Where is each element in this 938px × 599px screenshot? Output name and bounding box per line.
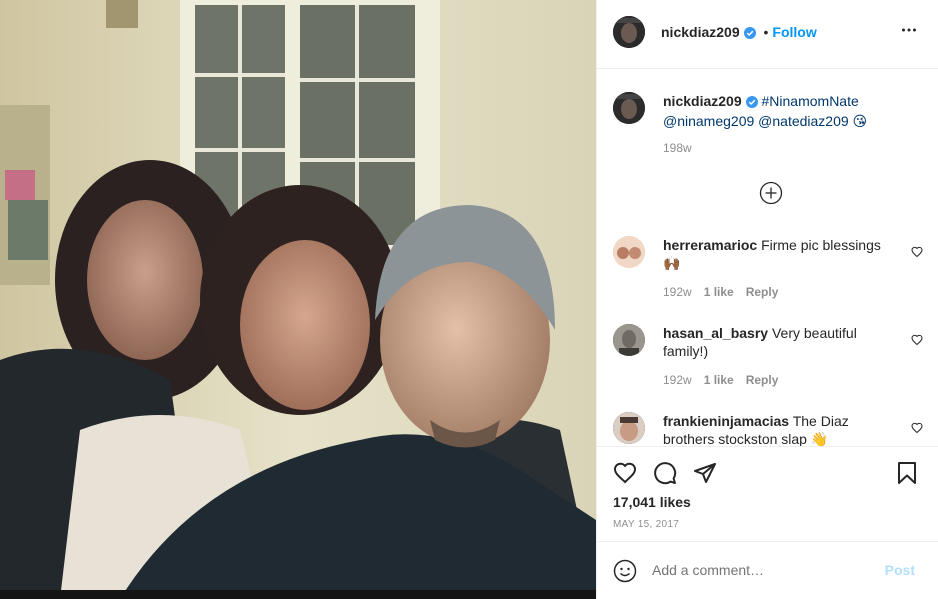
caption-mentions[interactable]: @ninameg209 @natediaz209 😘 <box>663 113 867 129</box>
comment-username[interactable]: hasan_al_basry <box>663 325 768 341</box>
comment-input[interactable] <box>652 562 872 578</box>
comment-item: hasan_al_basry Very beautiful family!) 1… <box>613 324 923 394</box>
like-comment-heart-icon[interactable] <box>911 245 923 261</box>
caption-avatar[interactable] <box>613 92 645 124</box>
comment-meta: 192w 1 like Reply <box>663 373 778 387</box>
author-avatar[interactable] <box>613 16 645 48</box>
post-comment-button[interactable]: Post <box>885 562 915 578</box>
save-bookmark-icon[interactable] <box>895 461 919 488</box>
comment-likes[interactable]: 1 like <box>704 285 734 299</box>
like-comment-heart-icon[interactable] <box>911 421 923 437</box>
post-caption: nickdiaz209 #NinamomNate @ninameg209 @na… <box>613 92 923 162</box>
post-header: nickdiaz209 • Follow <box>597 0 938 69</box>
follow-button[interactable]: Follow <box>772 24 816 40</box>
comment-time: 192w <box>663 373 692 387</box>
commenter-avatar[interactable] <box>613 324 645 356</box>
comment-likes[interactable]: 1 like <box>704 373 734 387</box>
verified-badge-icon <box>743 25 756 43</box>
share-paper-plane-icon[interactable] <box>693 461 717 488</box>
comment-meta: 192w 1 like Reply <box>663 285 778 299</box>
comment-bubble-icon[interactable] <box>653 461 677 488</box>
comment-reply-button[interactable]: Reply <box>746 373 779 387</box>
post-sidebar: nickdiaz209 • Follow nickdiaz209 #Ninamom… <box>596 0 938 599</box>
caption-time: 198w <box>663 141 692 155</box>
comment-text: Firme pic blessings <box>761 237 881 253</box>
post-photo[interactable] <box>0 0 596 599</box>
commenter-avatar[interactable] <box>613 412 645 444</box>
plus-circle-icon[interactable] <box>759 181 783 208</box>
comment-username[interactable]: frankieninjamacias <box>663 413 789 429</box>
comment-emoji: 👋 <box>810 431 829 446</box>
author-username[interactable]: nickdiaz209 <box>661 24 740 40</box>
comment-emoji: 🙌🏾 <box>663 255 681 271</box>
post-date: MAY 15, 2017 <box>613 519 680 530</box>
caption-username[interactable]: nickdiaz209 <box>663 93 742 109</box>
selfie-image <box>0 0 596 599</box>
comment-username[interactable]: herreramarioc <box>663 237 757 253</box>
post-actions: 17,041 likes MAY 15, 2017 <box>597 446 938 541</box>
like-heart-icon[interactable] <box>613 461 637 488</box>
instagram-post-modal: nickdiaz209 • Follow nickdiaz209 #Ninamom… <box>0 0 938 599</box>
caption-hashtag[interactable]: #NinamomNate <box>762 93 859 109</box>
comments-list[interactable]: nickdiaz209 #NinamomNate @ninameg209 @na… <box>597 69 938 446</box>
more-options-icon[interactable] <box>901 22 917 41</box>
commenter-avatar[interactable] <box>613 236 645 268</box>
like-comment-heart-icon[interactable] <box>911 333 923 349</box>
add-comment-bar: Post <box>597 541 938 599</box>
likes-count[interactable]: 17,041 likes <box>613 494 691 510</box>
verified-badge-icon <box>745 94 758 112</box>
comment-reply-button[interactable]: Reply <box>746 285 779 299</box>
emoji-smiley-icon[interactable] <box>613 559 637 586</box>
comment-item: frankieninjamacias The Diaz brothers sto… <box>613 412 923 446</box>
comment-time: 192w <box>663 285 692 299</box>
header-separator: • <box>763 24 769 40</box>
comment-item: herreramarioc Firme pic blessings 🙌🏾 192… <box>613 236 923 306</box>
